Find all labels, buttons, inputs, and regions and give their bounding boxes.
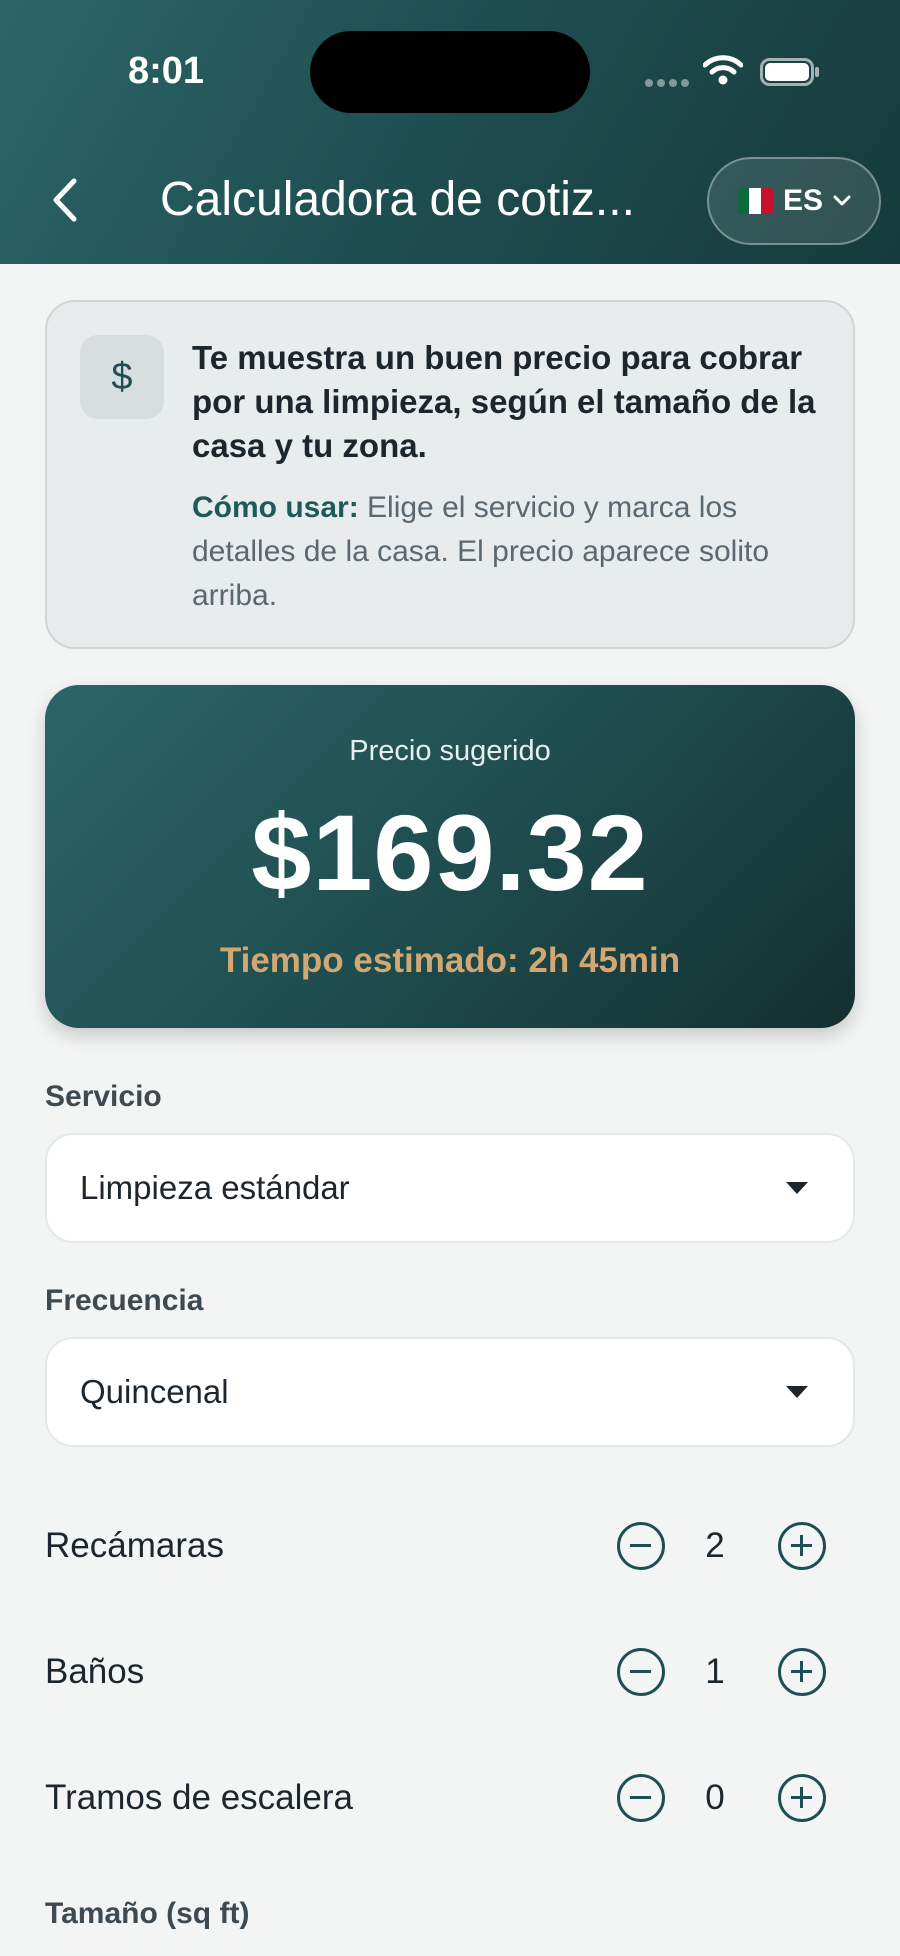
minus-circle-icon[interactable] [617, 1774, 665, 1822]
frequency-select[interactable]: Quincenal [45, 1337, 855, 1447]
stepper-value: 1 [705, 1652, 725, 1691]
dollar-icon: $ [80, 335, 164, 419]
size-label: Tamaño (sq ft) [45, 1897, 250, 1930]
language-code: ES [782, 184, 824, 217]
minus-circle-icon[interactable] [617, 1648, 665, 1696]
info-howto: Cómo usar: Elige el servicio y marca los… [192, 486, 832, 618]
battery-icon [760, 58, 819, 86]
wifi-icon [703, 55, 743, 85]
page-title: Calculadora de cotiz... [160, 173, 635, 226]
service-value: Limpieza estándar [80, 1169, 350, 1206]
cellular-signal-icon [645, 79, 689, 87]
chevron-left-icon [53, 178, 77, 222]
plus-circle-icon[interactable] [778, 1774, 826, 1822]
stepper-bedrooms: Recámaras 2 [45, 1518, 855, 1578]
language-selector[interactable]: ES [707, 157, 881, 245]
price-card: Precio sugerido $169.32 Tiempo estimado:… [45, 685, 855, 1028]
dynamic-island [310, 31, 590, 113]
chevron-down-icon [833, 195, 851, 206]
stepper-label: Tramos de escalera [45, 1778, 353, 1817]
mexico-flag-icon [736, 188, 773, 214]
caret-down-icon [786, 1182, 808, 1194]
stepper-stairs: Tramos de escalera 0 [45, 1770, 855, 1830]
stepper-value: 2 [705, 1526, 725, 1565]
frequency-value: Quincenal [80, 1373, 229, 1410]
price-label: Precio sugerido [349, 735, 551, 767]
howto-label: Cómo usar: [192, 491, 359, 524]
time-estimate: Tiempo estimado: 2h 45min [219, 941, 681, 980]
plus-circle-icon[interactable] [778, 1648, 826, 1696]
info-card: $ Te muestra un buen precio para cobrar … [45, 300, 855, 649]
status-time: 8:01 [128, 50, 205, 92]
minus-circle-icon[interactable] [617, 1522, 665, 1570]
info-title: Te muestra un buen precio para cobrar po… [192, 339, 816, 464]
frequency-label: Frecuencia [45, 1284, 204, 1317]
caret-down-icon [786, 1386, 808, 1398]
stepper-value: 0 [705, 1778, 725, 1817]
stepper-bathrooms: Baños 1 [45, 1644, 855, 1704]
stepper-label: Recámaras [45, 1526, 224, 1565]
service-label: Servicio [45, 1080, 162, 1113]
service-select[interactable]: Limpieza estándar [45, 1133, 855, 1243]
suggested-price: $169.32 [251, 792, 649, 913]
stepper-label: Baños [45, 1652, 145, 1691]
header: 8:01 Calculadora de cotiz... ES [0, 0, 900, 264]
plus-circle-icon[interactable] [778, 1522, 826, 1570]
back-button[interactable] [40, 170, 88, 230]
